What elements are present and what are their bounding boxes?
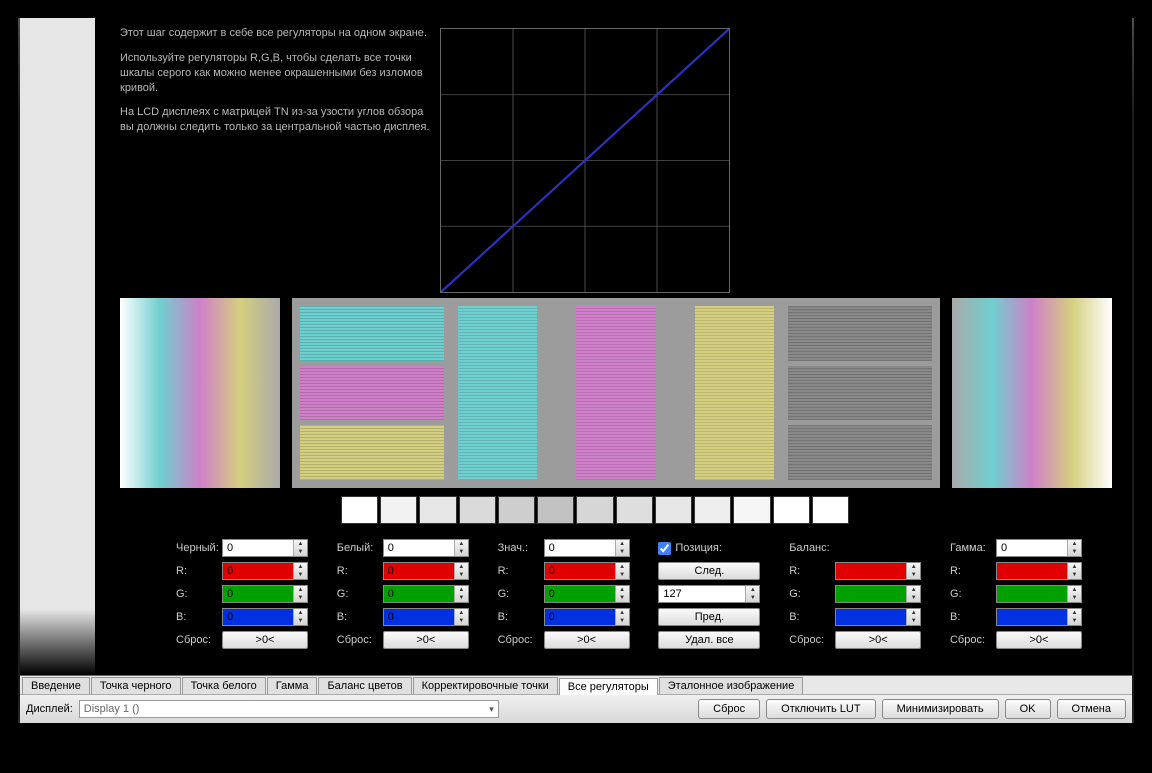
tab-intro[interactable]: Введение — [22, 677, 90, 694]
tab-correction-points[interactable]: Корректировочные точки — [413, 677, 558, 694]
left-gradient-strip — [20, 18, 95, 675]
display-label: Дисплей: — [26, 703, 73, 715]
value-column: Знач.:0▲▼ R:0▲▼ G:0▲▼ B:0▲▼ Сброс:>0< — [498, 538, 630, 658]
gamma-curve-chart — [440, 28, 730, 293]
value-reset-button[interactable]: >0< — [544, 631, 630, 649]
swatch-gray-2 — [788, 366, 932, 421]
black-b-spinner[interactable]: 0▲▼ — [222, 608, 308, 626]
white-spinner[interactable]: 0▲▼ — [383, 539, 469, 557]
black-column: Черный: 0▲▼ R:0▲▼ G:0▲▼ B:0▲▼ Сброс:>0< — [176, 538, 308, 658]
white-b-spinner[interactable]: 0▲▼ — [383, 608, 469, 626]
black-spinner[interactable]: 0▲▼ — [222, 539, 308, 557]
position-column: Позиция: След. 127▲▼ Пред. Удал. все — [658, 538, 760, 658]
white-column: Белый:0▲▼ R:0▲▼ G:0▲▼ B:0▲▼ Сброс:>0< — [337, 538, 469, 658]
patch-right — [952, 298, 1112, 488]
gamma-spinner[interactable]: 0▲▼ — [996, 539, 1082, 557]
black-g-spinner[interactable]: 0▲▼ — [222, 585, 308, 603]
help-paragraph-1: Этот шаг содержит в себе все регуляторы … — [120, 26, 440, 41]
display-select[interactable]: Display 1 () ▾ — [79, 700, 499, 718]
cancel-button[interactable]: Отмена — [1057, 699, 1126, 719]
value-g-spinner[interactable]: 0▲▼ — [544, 585, 630, 603]
balance-g-spinner[interactable]: ▲▼ — [835, 585, 921, 603]
black-label: Черный: — [176, 542, 222, 554]
reset-button[interactable]: Сброс — [698, 699, 760, 719]
position-label: Позиция: — [675, 542, 722, 554]
swatch-yellow — [300, 425, 444, 480]
chevron-down-icon: ▾ — [489, 704, 494, 715]
balance-b-spinner[interactable]: ▲▼ — [835, 608, 921, 626]
balance-column: Баланс: R:▲▼ G:▲▼ B:▲▼ Сброс:>0< — [789, 538, 921, 658]
white-reset-button[interactable]: >0< — [383, 631, 469, 649]
value-r-spinner[interactable]: 0▲▼ — [544, 562, 630, 580]
spinner-up-icon: ▲ — [294, 540, 307, 548]
gamma-b-spinner[interactable]: ▲▼ — [996, 608, 1082, 626]
preview-patches — [120, 298, 1112, 488]
gamma-r-spinner[interactable]: ▲▼ — [996, 562, 1082, 580]
spinner-down-icon: ▼ — [294, 548, 307, 556]
help-paragraph-2: Используйте регуляторы R,G,B, чтобы сдел… — [120, 51, 440, 96]
value-b-spinner[interactable]: 0▲▼ — [544, 608, 630, 626]
patch-left — [120, 298, 280, 488]
patch-center — [292, 298, 940, 488]
delete-all-button[interactable]: Удал. все — [658, 631, 760, 649]
position-checkbox[interactable] — [658, 542, 671, 555]
prev-button[interactable]: Пред. — [658, 608, 760, 626]
swatch-cyan — [300, 306, 444, 361]
swatch-gray-1 — [788, 306, 932, 361]
position-spinner[interactable]: 127▲▼ — [658, 585, 760, 603]
tab-black-point[interactable]: Точка черного — [91, 677, 181, 694]
gamma-reset-button[interactable]: >0< — [996, 631, 1082, 649]
tab-bar: Введение Точка черного Точка белого Гамм… — [20, 675, 1132, 695]
white-g-spinner[interactable]: 0▲▼ — [383, 585, 469, 603]
value-spinner[interactable]: 0▲▼ — [544, 539, 630, 557]
tab-white-point[interactable]: Точка белого — [182, 677, 266, 694]
controls-grid: Черный: 0▲▼ R:0▲▼ G:0▲▼ B:0▲▼ Сброс:>0< … — [176, 538, 1082, 658]
swatch-magenta — [300, 366, 444, 421]
tab-gamma[interactable]: Гамма — [267, 677, 318, 694]
grayscale-swatches[interactable] — [340, 496, 850, 524]
tab-color-balance[interactable]: Баланс цветов — [318, 677, 411, 694]
disable-lut-button[interactable]: Отключить LUT — [766, 699, 875, 719]
swatch-gray-3 — [788, 425, 932, 480]
black-r-spinner[interactable]: 0▲▼ — [222, 562, 308, 580]
minimize-button[interactable]: Минимизировать — [882, 699, 999, 719]
main-area: Этот шаг содержит в себе все регуляторы … — [20, 18, 1132, 675]
tab-reference-image[interactable]: Эталонное изображение — [659, 677, 804, 694]
tab-all-controls[interactable]: Все регуляторы — [559, 678, 658, 695]
help-paragraph-3: На LCD дисплеях с матрицей TN из-за узос… — [120, 105, 440, 135]
black-reset-button[interactable]: >0< — [222, 631, 308, 649]
gamma-g-spinner[interactable]: ▲▼ — [996, 585, 1082, 603]
app-screen: Этот шаг содержит в себе все регуляторы … — [20, 18, 1132, 723]
ok-button[interactable]: OK — [1005, 699, 1051, 719]
help-text: Этот шаг содержит в себе все регуляторы … — [120, 26, 440, 145]
gamma-column: Гамма:0▲▼ R:▲▼ G:▲▼ B:▲▼ Сброс:>0< — [950, 538, 1082, 658]
bottom-bar: Дисплей: Display 1 () ▾ Сброс Отключить … — [20, 695, 1132, 723]
white-r-spinner[interactable]: 0▲▼ — [383, 562, 469, 580]
balance-reset-button[interactable]: >0< — [835, 631, 921, 649]
balance-r-spinner[interactable]: ▲▼ — [835, 562, 921, 580]
next-button[interactable]: След. — [658, 562, 760, 580]
